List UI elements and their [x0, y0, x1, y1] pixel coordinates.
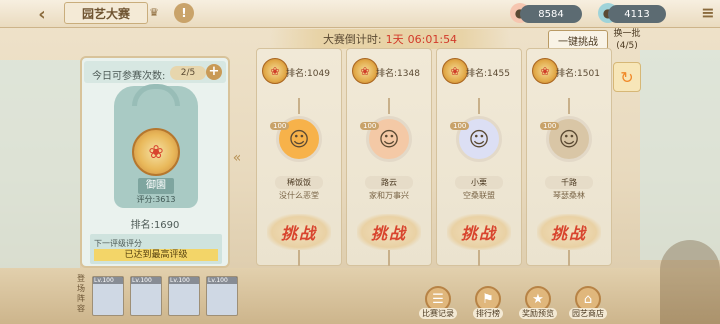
opponent-level: 100 — [270, 122, 290, 130]
resource-peach: 8584 — [520, 5, 582, 23]
team-slot-level: Lv.100 — [169, 277, 199, 284]
team-slot-level: Lv.100 — [207, 277, 237, 284]
rank-badge-icon: ❀ — [262, 58, 288, 84]
menu-icon[interactable]: ≡ — [698, 3, 718, 23]
opponent-guild: 琴瑟桑林 — [553, 191, 585, 200]
refresh-icon[interactable]: ↻ — [613, 62, 641, 92]
hanging-string — [388, 250, 390, 266]
opponent-name: 小栗 — [455, 176, 503, 189]
reward-preview-button[interactable]: ★ 奖励预览 — [517, 286, 559, 322]
page-title: 园艺大赛 — [64, 2, 148, 24]
player-ranking: 排名:1690 — [130, 220, 180, 231]
resource-coin: 4113 — [608, 5, 666, 23]
hanging-string — [388, 98, 390, 114]
info-icon[interactable]: ! — [174, 3, 194, 23]
opponent-name: 稀饭饭 — [275, 176, 323, 189]
challenge-button[interactable]: 挑战 — [267, 214, 331, 250]
back-arrow-icon[interactable]: ‹ — [30, 3, 54, 25]
player-score: 评分:3613 — [136, 195, 176, 204]
team-slot[interactable]: Lv.100 — [92, 276, 124, 316]
opponent-rank: 排名:1501 — [556, 69, 600, 79]
challenge-button[interactable]: 挑战 — [537, 214, 601, 250]
add-attempts-button[interactable]: + — [206, 64, 222, 80]
crown-icon: ♛ — [149, 6, 159, 19]
opponent-name: 千路 — [545, 176, 593, 189]
garden-shop-button[interactable]: ⌂ 园艺商店 — [567, 286, 609, 322]
opponent-rank: 排名:1049 — [286, 69, 330, 79]
swap-label-text: 换一批 — [613, 29, 641, 39]
hanging-string — [568, 250, 570, 266]
team-slot[interactable]: Lv.100 — [206, 276, 238, 316]
reward-preview-label: 奖励预览 — [519, 308, 557, 319]
tier-title: 御園 — [138, 178, 174, 194]
attempts-value: 2/5 — [170, 66, 206, 80]
match-record-label: 比赛记录 — [419, 308, 457, 319]
leaderboard-button[interactable]: ⚑ 排行榜 — [467, 286, 509, 322]
attempts-label: 今日可参赛次数: — [92, 71, 166, 82]
opponent-rank: 排名:1455 — [466, 69, 510, 79]
rank-badge-icon: ❀ — [442, 58, 468, 84]
countdown-bar: 大赛倒计时: 1天 06:01:54 — [270, 29, 510, 49]
team-label: 登场阵容 — [77, 274, 85, 313]
hanging-string — [298, 250, 300, 266]
quick-challenge-button[interactable]: 一键挑战 — [548, 30, 608, 50]
opponent-name: 路云 — [365, 176, 413, 189]
opponent-rank: 排名:1348 — [376, 69, 420, 79]
hanging-string — [568, 98, 570, 114]
background-window-right — [640, 50, 720, 260]
challenge-button[interactable]: 挑战 — [447, 214, 511, 250]
team-slot[interactable]: Lv.100 — [130, 276, 162, 316]
hanging-string — [478, 250, 480, 266]
background-lamp — [660, 240, 720, 324]
background-window-left — [0, 60, 80, 270]
leaderboard-label: 排行榜 — [473, 308, 503, 319]
opponent-guild: 没什么恶堂 — [279, 191, 319, 200]
countdown-days: 1天 — [385, 33, 404, 46]
opponent-level: 100 — [360, 122, 380, 130]
countdown-time: 06:01:54 — [407, 32, 458, 46]
opponent-level: 100 — [540, 122, 560, 130]
panel-arrow-icon: « — [232, 150, 242, 166]
team-slot[interactable]: Lv.100 — [168, 276, 200, 316]
hanging-string — [298, 98, 300, 114]
rank-badge-icon: ❀ — [532, 58, 558, 84]
next-tier-label: 下一评级评分 — [94, 239, 142, 248]
countdown-label: 大赛倒计时: — [322, 33, 382, 46]
next-tier-value: 已达到最高评级 — [94, 249, 218, 261]
swap-count: (4/5) — [616, 41, 638, 51]
garden-shop-label: 园艺商店 — [569, 308, 607, 319]
match-record-button[interactable]: ☰ 比赛记录 — [417, 286, 459, 322]
challenge-button[interactable]: 挑战 — [357, 214, 421, 250]
opponent-level: 100 — [450, 122, 470, 130]
tier-badge-icon: ❀ — [132, 128, 180, 176]
opponent-guild: 家和万事兴 — [369, 191, 409, 200]
hanging-string — [478, 98, 480, 114]
rank-badge-icon: ❀ — [352, 58, 378, 84]
opponent-guild: 空桑联盟 — [463, 191, 495, 200]
team-slot-level: Lv.100 — [93, 277, 123, 284]
team-slot-level: Lv.100 — [131, 277, 161, 284]
swap-label: 换一批 (4/5) — [612, 28, 642, 52]
